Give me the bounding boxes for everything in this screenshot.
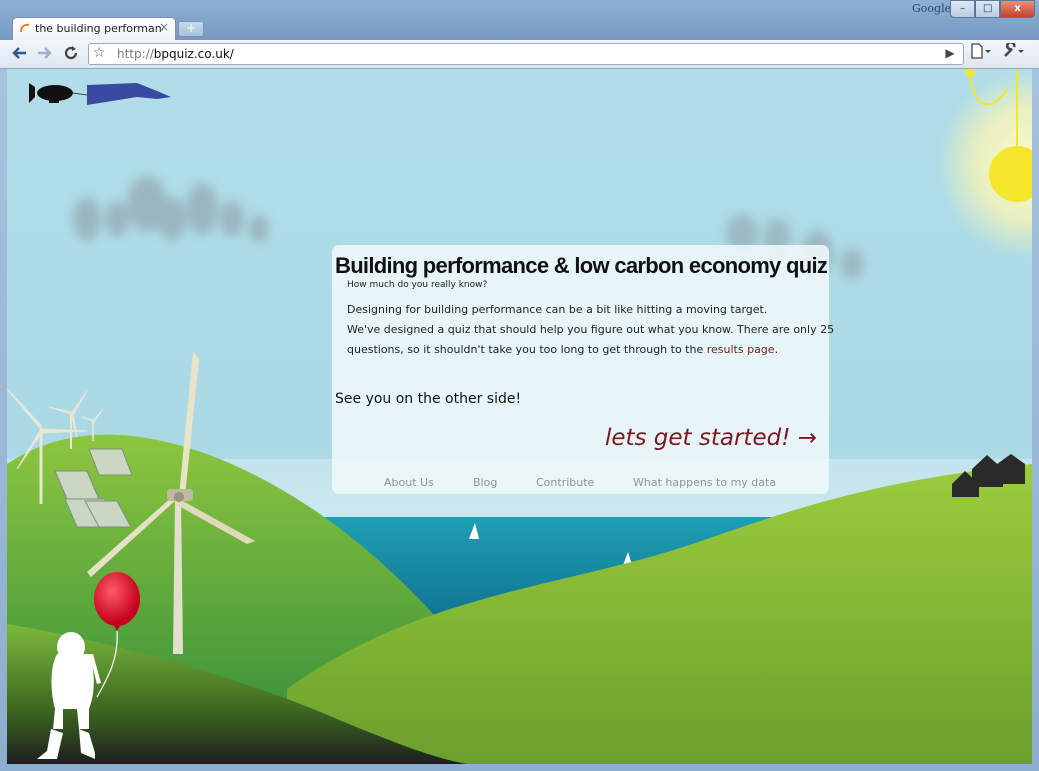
sun-icon [937,69,1032,259]
address-bar[interactable]: ☆ http://bpquiz.co.uk/ [88,43,964,65]
new-tab-button[interactable]: + [178,21,204,37]
minimize-button[interactable]: – [950,0,976,18]
intro-paragraph-3: questions, so it shouldn't take you too … [347,343,779,356]
cloud-left [73,176,269,243]
browser-window: the building performanc... × + Google – … [0,0,1039,771]
blimp-icon [29,83,171,105]
footer-link-blog[interactable]: Blog [473,476,497,489]
maximize-button[interactable]: □ [975,0,1001,18]
title-bar: the building performanc... × + Google – … [0,0,1039,40]
get-started-link[interactable]: lets get started! → [605,425,817,451]
quiz-intro-panel: Building performance & low carbon econom… [332,245,834,494]
page-menu-icon[interactable] [970,43,992,63]
footer-link-about[interactable]: About Us [384,476,434,489]
page-viewport: Building performance & low carbon econom… [7,69,1032,764]
results-page-link[interactable]: results page [707,343,775,356]
reload-icon[interactable] [61,43,81,63]
browser-toolbar: ☆ http://bpquiz.co.uk/ ▶ [0,40,1039,69]
back-icon[interactable] [10,43,30,63]
go-icon[interactable]: ▶ [942,43,958,63]
window-controls: – □ x [950,0,1035,18]
intro-paragraph-1: Designing for building performance can b… [347,303,768,316]
page-title: Building performance & low carbon econom… [335,253,828,278]
star-icon[interactable]: ☆ [93,45,106,61]
footer-link-data[interactable]: What happens to my data [633,476,776,489]
forward-icon[interactable] [34,43,54,63]
intro-paragraph-2: We've designed a quiz that should help y… [347,323,835,336]
url-text[interactable]: http://bpquiz.co.uk/ [117,47,234,61]
close-button[interactable]: x [1000,0,1035,18]
tab-active[interactable]: the building performanc... × [12,17,176,40]
google-label: Google [912,2,952,15]
see-you-text: See you on the other side! [335,391,522,407]
tab-close-icon[interactable]: × [159,20,169,34]
footer-link-contribute[interactable]: Contribute [536,476,594,489]
tab-title: the building performanc... [35,22,163,35]
wrench-icon[interactable] [1002,40,1026,63]
page-subtitle: How much do you really know? [347,280,488,290]
favicon-icon [20,23,30,33]
